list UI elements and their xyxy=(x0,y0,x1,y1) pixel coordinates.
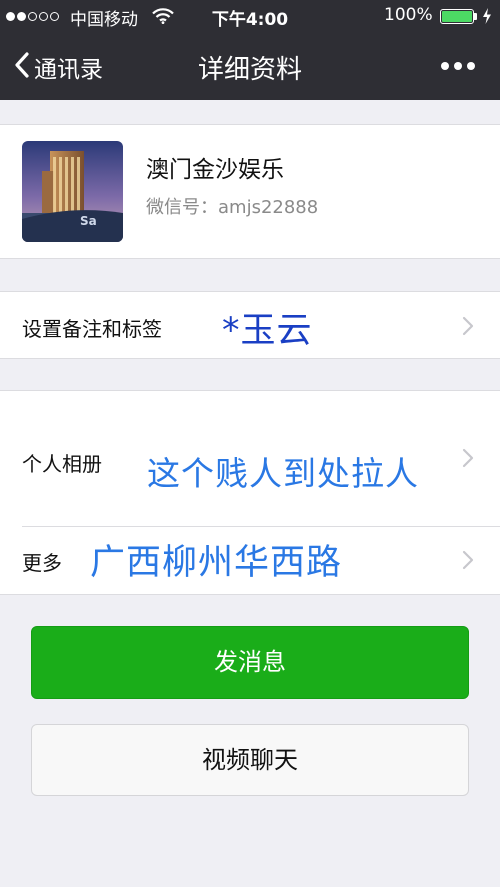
more-label: 更多 xyxy=(22,551,62,575)
battery-cap xyxy=(474,13,477,20)
handwritten-remark: *玉云 xyxy=(222,311,313,351)
handwritten-album-note: 这个贱人到处拉人 xyxy=(147,454,419,493)
chevron-right-icon xyxy=(462,448,474,472)
profile-card: Sa 澳门金沙娱乐 微信号：amjs22888 xyxy=(0,124,500,259)
album-row[interactable]: 个人相册 这个贱人到处拉人 xyxy=(0,391,500,526)
album-label: 个人相册 xyxy=(22,452,102,476)
more-row[interactable]: 更多 广西柳州华西路 xyxy=(0,527,500,595)
send-message-button[interactable]: 发消息 xyxy=(31,626,469,699)
svg-text:Sa: Sa xyxy=(80,214,97,228)
set-remark-label: 设置备注和标签 xyxy=(22,317,162,341)
info-card: 个人相册 这个贱人到处拉人 更多 广西柳州华西路 xyxy=(0,390,500,595)
contact-name: 澳门金沙娱乐 xyxy=(146,157,284,183)
chevron-right-icon xyxy=(462,550,474,574)
charging-bolt-icon xyxy=(482,8,492,29)
battery-icon xyxy=(440,9,474,24)
video-chat-button[interactable]: 视频聊天 xyxy=(31,724,469,796)
battery-percent: 100% xyxy=(384,5,433,25)
page-title: 详细资料 xyxy=(197,55,302,85)
nav-bar: 通讯录 详细资料 xyxy=(0,32,500,100)
status-bar: 中国移动 下午4:00 100% xyxy=(0,0,500,32)
avatar[interactable]: Sa xyxy=(22,141,123,242)
wechat-id: 微信号：amjs22888 xyxy=(146,197,319,218)
chevron-right-icon xyxy=(462,316,474,340)
handwritten-more-note: 广西柳州华西路 xyxy=(90,543,343,583)
set-remark-row[interactable]: 设置备注和标签 *玉云 xyxy=(0,291,500,359)
more-dots-icon[interactable] xyxy=(441,62,475,70)
